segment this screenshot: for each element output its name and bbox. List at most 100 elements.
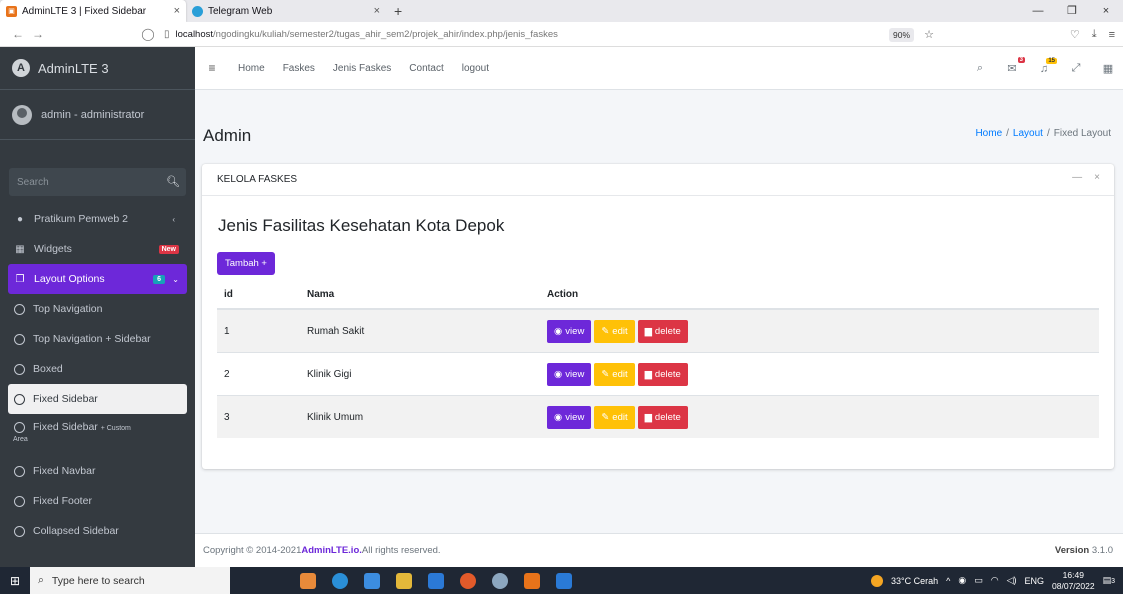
- sidebar-item-boxed[interactable]: Boxed: [0, 354, 195, 384]
- minimize-button[interactable]: —: [1021, 0, 1055, 22]
- view-button[interactable]: ◉ view: [547, 362, 592, 386]
- close-icon[interactable]: ×: [1094, 172, 1100, 183]
- sidebar-item-top-nav-sidebar[interactable]: Top Navigation + Sidebar: [0, 324, 195, 354]
- new-tab-button[interactable]: +: [386, 0, 410, 22]
- store-icon[interactable]: [364, 572, 380, 589]
- add-button[interactable]: Tambah +: [217, 252, 275, 275]
- volume-icon[interactable]: ◁): [1007, 575, 1017, 586]
- copyright-link[interactable]: AdminLTE.io.: [301, 545, 362, 556]
- sidebar-item-top-navigation[interactable]: Top Navigation: [0, 294, 195, 324]
- grid-icon[interactable]: ▦: [1101, 62, 1115, 75]
- sidebar-item-collapsed-sidebar[interactable]: Collapsed Sidebar: [0, 516, 195, 546]
- pocket-icon[interactable]: ♡: [1070, 28, 1080, 41]
- notification-center-icon[interactable]: ▤3: [1103, 575, 1115, 586]
- mail-icon[interactable]: [428, 572, 444, 589]
- forward-arrow-icon[interactable]: →: [28, 27, 48, 41]
- chevron-up-icon[interactable]: ^: [946, 576, 950, 586]
- bell-icon[interactable]: ♫ 15: [1037, 57, 1057, 75]
- xampp-icon[interactable]: [524, 572, 540, 589]
- sidebar-item-label: Layout Options: [34, 273, 105, 285]
- circle-icon: [14, 333, 25, 345]
- delete-button[interactable]: ▆ delete: [637, 319, 688, 343]
- clock[interactable]: 16:49 08/07/2022: [1052, 570, 1095, 592]
- search-icon[interactable]: 🔍︎: [160, 168, 186, 196]
- delete-button[interactable]: ▆ delete: [637, 405, 688, 429]
- sidebar-item-label: Widgets: [34, 243, 72, 255]
- tab-close-icon[interactable]: ×: [374, 5, 380, 17]
- vscode-icon[interactable]: [556, 572, 572, 589]
- edit-button[interactable]: ✎ edit: [594, 405, 635, 429]
- windows-start-icon[interactable]: ⊞: [0, 574, 30, 588]
- column-header-nama: Nama: [307, 289, 335, 300]
- tab-title: Telegram Web: [208, 5, 273, 17]
- sidebar-item-fixed-navbar[interactable]: Fixed Navbar: [0, 456, 195, 486]
- comments-icon[interactable]: ✉ 3: [1005, 57, 1025, 75]
- edit-button[interactable]: ✎ edit: [594, 362, 635, 386]
- edit-button[interactable]: ✎ edit: [594, 319, 635, 343]
- version-number: 3.1.0: [1091, 545, 1113, 556]
- card-header: KELOLA FASKES: [202, 164, 1114, 196]
- nav-link-jenis-faskes[interactable]: Jenis Faskes: [333, 63, 391, 74]
- sidebar-item-fixed-sidebar[interactable]: Fixed Sidebar: [8, 384, 187, 414]
- delete-label: delete: [654, 368, 681, 380]
- edge-icon[interactable]: [332, 572, 348, 589]
- file-explorer-icon[interactable]: [396, 572, 412, 589]
- firefox-icon[interactable]: [460, 572, 476, 589]
- task-view-icon[interactable]: [300, 572, 316, 589]
- sidebar-item-fixed-sidebar-custom[interactable]: Fixed Sidebar + Custom Area: [0, 414, 195, 456]
- url-bar: ← → ◯ ▯ localhost/ngodingku/kuliah/semes…: [0, 22, 1123, 47]
- pencil-square-icon: ✎: [601, 368, 610, 380]
- tab-adminlte[interactable]: ▣ AdminLTE 3 | Fixed Sidebar ×: [0, 0, 186, 22]
- trash-icon: ▆: [644, 325, 652, 337]
- eye-icon: ◉: [554, 325, 563, 337]
- zoom-level[interactable]: 90%: [888, 27, 914, 42]
- download-icon[interactable]: ⤓: [1092, 28, 1097, 41]
- taskbar-search[interactable]: ⌕ Type here to search: [30, 567, 230, 594]
- version-info: Version 3.1.0: [1055, 545, 1113, 556]
- fullscreen-icon[interactable]: ⤢: [1069, 62, 1083, 75]
- tab-close-icon[interactable]: ×: [174, 5, 180, 17]
- view-button[interactable]: ◉ view: [547, 319, 592, 343]
- nav-link-faskes[interactable]: Faskes: [283, 63, 315, 74]
- cell-id: 2: [224, 368, 230, 380]
- sidebar-item-widgets[interactable]: ▦ Widgets New: [0, 234, 195, 264]
- avatar: [12, 104, 32, 125]
- language-indicator[interactable]: ENG: [1025, 576, 1045, 586]
- collapse-icon[interactable]: —: [1072, 172, 1082, 183]
- taskbar-apps: [300, 572, 572, 589]
- sidebar-search-input[interactable]: [9, 168, 160, 196]
- maximize-button[interactable]: ❐: [1055, 0, 1089, 22]
- nav-link-contact[interactable]: Contact: [409, 63, 443, 74]
- network-icon[interactable]: ◉: [958, 575, 966, 586]
- sidebar-item-label: Fixed Sidebar: [33, 421, 98, 433]
- shield-icon[interactable]: ◯: [138, 27, 158, 41]
- wifi-icon[interactable]: ◠: [991, 575, 999, 586]
- sidebar-item-fixed-footer[interactable]: Fixed Footer: [0, 486, 195, 516]
- sidebar-item-layout-options[interactable]: ❐ Layout Options 6 ⌄: [8, 264, 187, 294]
- users-icon: ●: [16, 213, 24, 225]
- breadcrumb-layout[interactable]: Layout: [1013, 128, 1043, 139]
- nav-link-logout[interactable]: logout: [462, 63, 489, 74]
- tab-telegram[interactable]: Telegram Web ×: [186, 0, 386, 22]
- user-panel[interactable]: admin - administrator: [0, 90, 195, 140]
- weather-text[interactable]: 33°C Cerah: [891, 576, 938, 586]
- circle-icon: [14, 393, 25, 405]
- nav-link-home[interactable]: Home: [238, 63, 265, 74]
- sidebar-item-pratikum[interactable]: ● Pratikum Pemweb 2 ‹: [0, 204, 195, 234]
- back-arrow-icon[interactable]: ←: [8, 27, 28, 41]
- sidebar-toggle-icon[interactable]: ≡: [200, 61, 224, 75]
- user-name: admin - administrator: [41, 108, 145, 121]
- breadcrumb-separator: /: [1046, 128, 1050, 139]
- delete-button[interactable]: ▆ delete: [637, 362, 688, 386]
- bookmark-star-icon[interactable]: ☆: [924, 28, 934, 41]
- view-button[interactable]: ◉ view: [547, 405, 592, 429]
- breadcrumb-home[interactable]: Home: [975, 128, 1002, 139]
- brand-link[interactable]: A AdminLTE 3: [0, 47, 195, 90]
- search-icon[interactable]: ⌕: [973, 62, 987, 75]
- address-field[interactable]: ▯ localhost/ngodingku/kuliah/semester2/t…: [160, 24, 934, 45]
- battery-icon[interactable]: ▭: [974, 575, 983, 586]
- menu-hamburger-icon[interactable]: ≡: [1109, 29, 1115, 41]
- app-icon[interactable]: [492, 572, 508, 589]
- sidebar-search: 🔍︎: [9, 168, 186, 196]
- close-window-button[interactable]: ×: [1089, 0, 1123, 22]
